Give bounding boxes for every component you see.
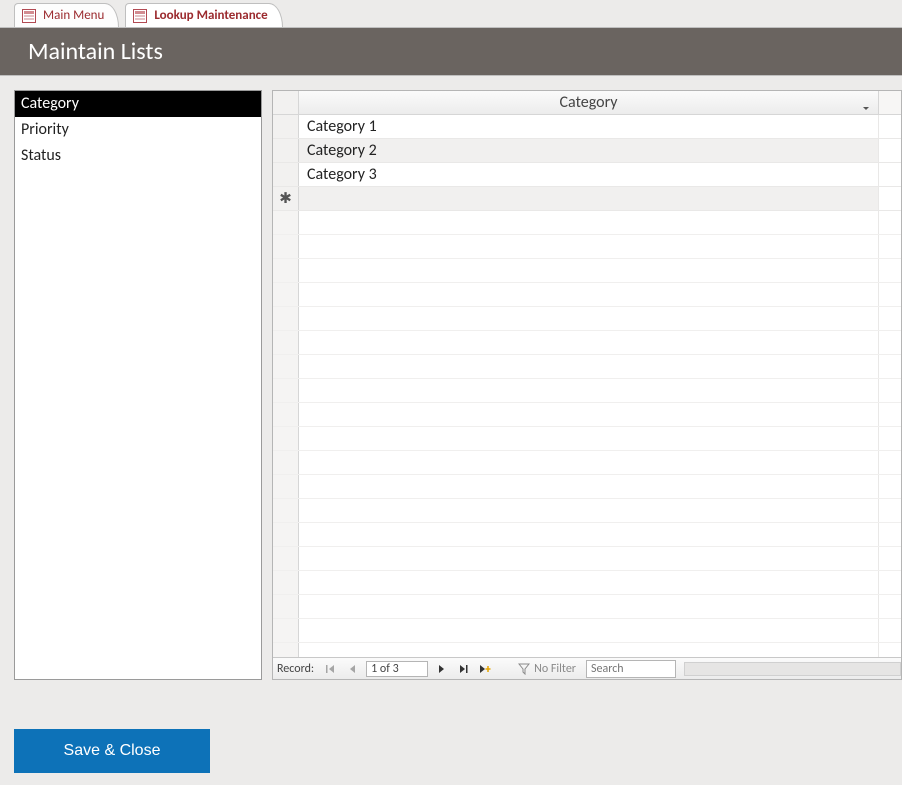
grid: Category Category 1 Category 2 — [272, 90, 902, 680]
new-record-row[interactable]: ✱ — [273, 187, 901, 211]
prev-record-button[interactable] — [344, 661, 362, 677]
list-item-category[interactable]: Category — [15, 91, 261, 117]
cell-gutter — [879, 115, 901, 138]
lists-panel: Category Priority Status — [14, 90, 262, 680]
row-selector[interactable] — [273, 139, 299, 162]
table-row[interactable]: Category 3 — [273, 163, 901, 187]
footer: Save & Close — [0, 681, 902, 773]
record-navigator: Record: 1 of 3 — [273, 657, 901, 679]
tab-lookup-maintenance[interactable]: Lookup Maintenance — [125, 3, 282, 27]
cell-category[interactable] — [299, 187, 879, 210]
grid-header: Category — [273, 91, 901, 115]
content: Category Priority Status Category Catego… — [0, 76, 902, 681]
row-selector[interactable] — [273, 163, 299, 186]
cell-gutter — [879, 163, 901, 186]
filter-label: No Filter — [534, 662, 576, 676]
column-header-category[interactable]: Category — [299, 91, 879, 114]
tab-label: Lookup Maintenance — [154, 8, 267, 23]
header-bar: Maintain Lists — [0, 27, 902, 76]
tabs-row: Main Menu Lookup Maintenance — [0, 0, 902, 27]
list-item-status[interactable]: Status — [15, 143, 261, 169]
cell-category[interactable]: Category 1 — [299, 115, 879, 138]
grid-body: Category 1 Category 2 Category 3 ✱ — [273, 115, 901, 657]
form-icon — [132, 8, 148, 24]
column-filter-dropdown-icon[interactable] — [862, 99, 870, 107]
horizontal-scrollbar[interactable] — [684, 662, 901, 676]
list-item-priority[interactable]: Priority — [15, 117, 261, 143]
tab-main-menu[interactable]: Main Menu — [14, 3, 119, 27]
cell-gutter — [879, 187, 901, 210]
cell-category[interactable]: Category 2 — [299, 139, 879, 162]
column-gutter — [879, 91, 901, 114]
new-record-icon: ✱ — [273, 187, 299, 210]
record-label: Record: — [277, 662, 314, 676]
table-row[interactable]: Category 2 — [273, 139, 901, 163]
record-position-input[interactable]: 1 of 3 — [366, 661, 428, 677]
form-icon — [21, 8, 37, 24]
table-row[interactable]: Category 1 — [273, 115, 901, 139]
last-record-button[interactable] — [454, 661, 472, 677]
filter-toggle[interactable]: No Filter — [512, 662, 582, 676]
filter-icon — [518, 663, 530, 675]
new-record-button[interactable] — [476, 661, 494, 677]
tab-label: Main Menu — [43, 8, 104, 23]
select-all-cell[interactable] — [273, 91, 299, 114]
next-record-button[interactable] — [432, 661, 450, 677]
page-title: Maintain Lists — [28, 37, 163, 66]
search-input[interactable]: Search — [586, 660, 676, 678]
save-and-close-button[interactable]: Save & Close — [14, 729, 210, 773]
cell-gutter — [879, 139, 901, 162]
grid-panel: Category Category 1 Category 2 — [272, 90, 902, 680]
cell-category[interactable]: Category 3 — [299, 163, 879, 186]
first-record-button[interactable] — [322, 661, 340, 677]
row-selector[interactable] — [273, 115, 299, 138]
column-header-label: Category — [560, 93, 618, 112]
